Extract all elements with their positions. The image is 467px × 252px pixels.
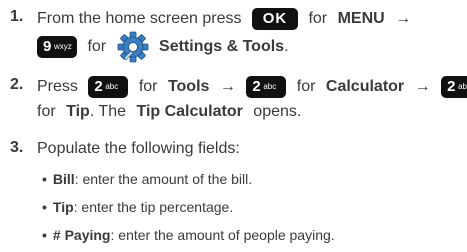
bullet-term: Tip bbox=[52, 199, 74, 215]
key-2-letters: abc bbox=[263, 82, 277, 91]
key-2-digit: 2 bbox=[447, 78, 456, 95]
step-1-pre-text: From the home screen press bbox=[37, 10, 242, 28]
arrow-icon: → bbox=[219, 78, 236, 96]
key-2-digit: 2 bbox=[252, 78, 261, 95]
tip-calculator-label: Tip Calculator bbox=[136, 103, 243, 120]
step-2-press: Press bbox=[37, 78, 78, 96]
step-1-for-2: for bbox=[87, 38, 107, 55]
bullet-term: Bill bbox=[52, 171, 75, 187]
arrow-icon: → bbox=[395, 10, 412, 28]
settings-tools-label: Settings & Tools bbox=[159, 38, 285, 55]
key-2-digit: 2 bbox=[94, 78, 103, 95]
tip-label: Tip bbox=[66, 103, 90, 120]
bullet-term: # Paying bbox=[52, 227, 111, 243]
arrow-icon: → bbox=[414, 78, 431, 96]
key-9-digit: 9 bbox=[43, 37, 52, 55]
settings-gear-icon bbox=[117, 31, 149, 63]
step-3-text: Populate the following fields: bbox=[37, 140, 240, 157]
step-2-for-1: for bbox=[138, 78, 158, 96]
key-2-abc-first: 2 abc bbox=[88, 76, 129, 98]
step-2-for-2: for bbox=[296, 78, 316, 96]
ok-key: OK bbox=[251, 8, 298, 30]
step-2-middle: . The bbox=[89, 103, 126, 120]
bullet-dot: • bbox=[42, 227, 47, 243]
step-1-period: . bbox=[284, 38, 289, 55]
bullet-bill: • Bill: enter the amount of the bill. bbox=[42, 170, 252, 188]
step-1-number: 1. bbox=[10, 8, 24, 25]
step-2-number: 2. bbox=[10, 76, 24, 93]
menu-label: MENU bbox=[337, 10, 385, 28]
step-2-for-3: for bbox=[37, 103, 56, 120]
bullet-paying: • # Paying: enter the amount of people pa… bbox=[42, 226, 335, 244]
step-3-number: 3. bbox=[10, 139, 24, 156]
key-2-abc-second: 2 abc bbox=[246, 76, 287, 98]
key-2-letters: abc bbox=[458, 82, 467, 91]
key-9-wxyz: 9 wxyz bbox=[37, 35, 77, 58]
bullet-dot: • bbox=[42, 171, 47, 187]
bullet-desc: : enter the amount of people paying. bbox=[110, 227, 335, 243]
bullet-desc: : enter the tip percentage. bbox=[73, 199, 234, 215]
step-2-line-2: for Tip. The Tip Calculator opens. bbox=[37, 102, 301, 122]
tools-label: Tools bbox=[167, 78, 210, 96]
bullet-dot: • bbox=[42, 199, 47, 215]
step-1-line-2: 9 wxyz for Settings & Tools. bbox=[37, 30, 289, 64]
bullet-tip: • Tip: enter the tip percentage. bbox=[42, 198, 233, 216]
step-2-line-1: Press 2 abc for Tools → 2 abc for Calcul… bbox=[37, 76, 467, 98]
step-1-for: for bbox=[308, 10, 328, 28]
bullet-desc: : enter the amount of the bill. bbox=[74, 171, 253, 187]
step-1-line-1: From the home screen press OK for MENU → bbox=[37, 8, 411, 30]
key-2-abc-third: 2 abc bbox=[441, 76, 467, 98]
key-2-letters: abc bbox=[105, 82, 119, 91]
calculator-label: Calculator bbox=[325, 78, 405, 96]
step-2-end: opens. bbox=[253, 103, 302, 120]
key-9-letters: wxyz bbox=[54, 41, 72, 51]
